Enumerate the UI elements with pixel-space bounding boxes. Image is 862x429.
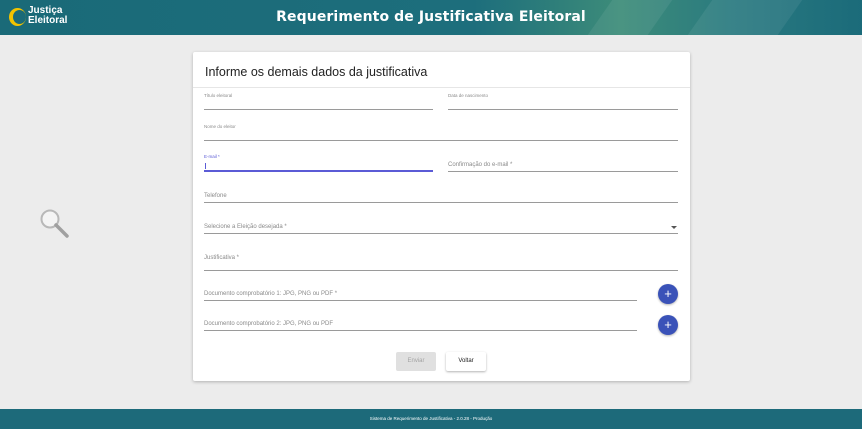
data-nascimento-label: Data de nascimento bbox=[448, 93, 489, 98]
email-confirmation-label: Confirmação do e-mail * bbox=[448, 162, 513, 168]
add-document-2-button[interactable]: + bbox=[658, 315, 678, 335]
telefone-label: Telefone bbox=[204, 193, 227, 199]
plus-icon: + bbox=[664, 286, 672, 301]
telefone-underline bbox=[204, 202, 678, 203]
justificativa-underline bbox=[204, 270, 678, 271]
magnifier-icon bbox=[37, 206, 73, 242]
nome-eleitor-underline bbox=[204, 140, 678, 141]
chevron-down-icon[interactable] bbox=[671, 226, 677, 229]
justification-form-card: Informe os demais dados da justificativa… bbox=[193, 52, 690, 381]
back-button[interactable]: Voltar bbox=[446, 352, 486, 371]
eleicao-select[interactable]: Selecione a Eleição desejada * bbox=[204, 222, 678, 234]
text-cursor bbox=[205, 163, 206, 169]
titulo-eleitoral-label: Título eleitoral bbox=[204, 93, 233, 98]
email-confirmation-field[interactable]: Confirmação do e-mail * bbox=[448, 160, 678, 172]
eleicao-underline bbox=[204, 233, 678, 234]
plus-icon: + bbox=[664, 317, 672, 332]
email-field[interactable]: E-mail * bbox=[204, 154, 433, 172]
titulo-eleitoral-field[interactable]: Título eleitoral bbox=[204, 93, 433, 110]
page-title: Requerimento de Justificativa Eleitoral bbox=[276, 9, 586, 25]
documento-2-underline bbox=[204, 330, 637, 331]
form-title: Informe os demais dados da justificativa bbox=[205, 65, 428, 79]
email-confirmation-underline bbox=[448, 171, 678, 172]
send-button[interactable]: Enviar bbox=[396, 352, 436, 371]
add-document-1-button[interactable]: + bbox=[658, 284, 678, 304]
documento-1-field[interactable]: Documento comprobatório 1: JPG, PNG ou P… bbox=[204, 291, 637, 301]
form-divider bbox=[193, 87, 690, 88]
documento-1-underline bbox=[204, 300, 637, 301]
email-label: E-mail * bbox=[204, 154, 220, 159]
justificativa-field[interactable]: Justificativa * bbox=[204, 254, 678, 271]
titulo-eleitoral-underline bbox=[204, 109, 433, 110]
app-footer: Sistema de Requerimento de Justificativa… bbox=[0, 409, 862, 429]
justificativa-label: Justificativa * bbox=[204, 255, 240, 261]
telefone-field[interactable]: Telefone bbox=[204, 191, 678, 203]
data-nascimento-underline bbox=[448, 109, 678, 110]
data-nascimento-field[interactable]: Data de nascimento bbox=[448, 93, 678, 110]
email-underline bbox=[204, 170, 433, 172]
footer-text: Sistema de Requerimento de Justificativa… bbox=[369, 416, 493, 421]
app-header: Justiça Eleitoral Requerimento de Justif… bbox=[0, 0, 862, 35]
documento-1-label: Documento comprobatório 1: JPG, PNG ou P… bbox=[204, 291, 338, 297]
nome-eleitor-field[interactable]: Nome do eleitor bbox=[204, 124, 678, 141]
nome-eleitor-label: Nome do eleitor bbox=[204, 124, 236, 129]
documento-2-field[interactable]: Documento comprobatório 2: JPG, PNG ou P… bbox=[204, 321, 637, 331]
eleicao-label: Selecione a Eleição desejada * bbox=[204, 224, 287, 230]
documento-2-label: Documento comprobatório 2: JPG, PNG ou P… bbox=[204, 321, 334, 327]
